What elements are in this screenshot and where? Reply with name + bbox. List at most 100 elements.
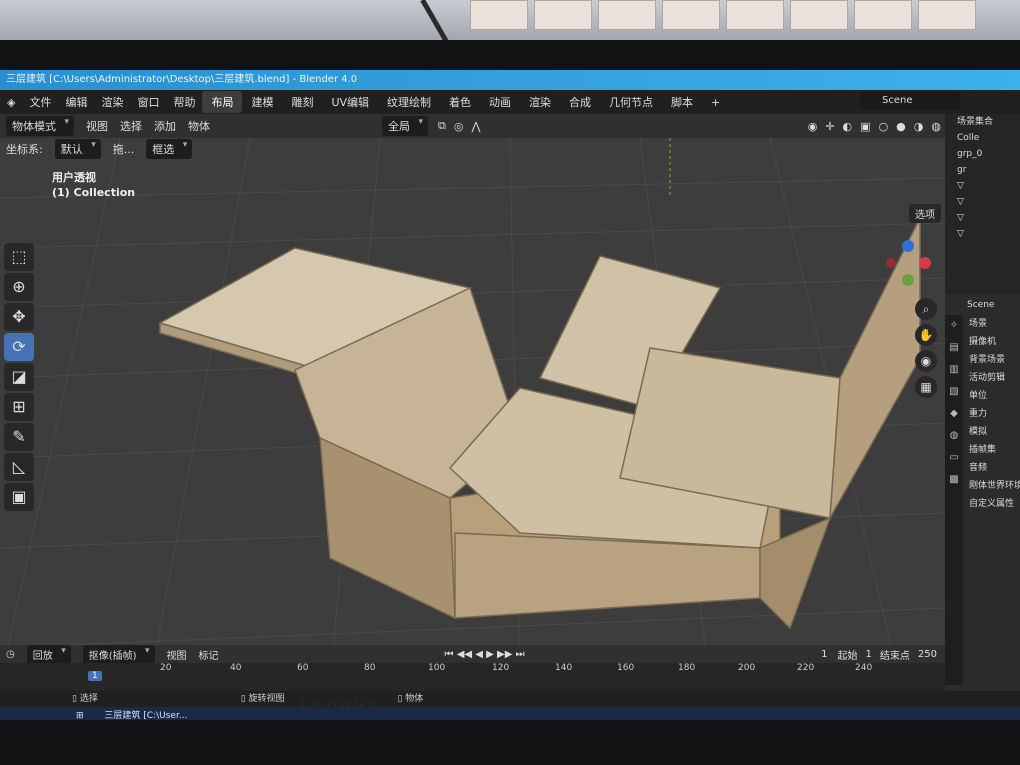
current-frame[interactable]: 1 (815, 649, 833, 660)
panel-audio[interactable]: 音频 (963, 459, 1020, 477)
panel-custom-properties[interactable]: 自定义属性 (963, 495, 1020, 513)
outliner-item[interactable]: grp_0 (945, 146, 1020, 162)
menu-edit[interactable]: 编辑 (58, 94, 94, 110)
move-tool-icon[interactable]: ✥ (4, 303, 34, 331)
outliner-item[interactable]: ▽ (945, 194, 1020, 210)
windows-start-icon[interactable]: ⊞ (0, 711, 84, 720)
menu-help[interactable]: 帮助 (166, 94, 202, 110)
view-menu[interactable]: 视图 (80, 118, 114, 134)
timeline-markers-menu[interactable]: 标记 (193, 647, 225, 662)
tab-modeling[interactable]: 建模 (242, 91, 282, 113)
panel-scene[interactable]: 场景 (963, 315, 1020, 333)
outliner-item[interactable]: ▽ (945, 210, 1020, 226)
tab-geometry-nodes[interactable]: 几何节点 (600, 91, 662, 113)
panel-gravity[interactable]: 重力 (963, 405, 1020, 423)
world-tab-icon[interactable]: ◍ (945, 425, 963, 447)
transform-tool-icon[interactable]: ⊞ (4, 393, 34, 421)
shading-solid-icon[interactable]: ● (892, 120, 910, 133)
tab-shading[interactable]: 着色 (440, 91, 480, 113)
field-active-clip: 活动剪辑 (969, 373, 1006, 383)
panel-simulation[interactable]: 模拟 (963, 423, 1020, 441)
keying-dropdown[interactable]: 抠像(插帧) (82, 644, 155, 664)
drag-mode-dropdown[interactable]: 框选 (146, 139, 193, 159)
navigation-gizmo[interactable] (883, 238, 933, 288)
blender-logo-icon[interactable]: ◈ (0, 96, 22, 109)
menu-file[interactable]: 文件 (22, 94, 58, 110)
tick-label: 220 (797, 663, 815, 673)
pan-hand-icon[interactable]: ✋ (915, 324, 937, 346)
falloff-icon[interactable]: ⋀ (467, 120, 484, 133)
end-label: 结束点 (879, 650, 910, 662)
output-tab-icon[interactable]: ▥ (945, 359, 963, 381)
scene-tab-icon[interactable]: ◆ (945, 403, 963, 425)
tab-scripting[interactable]: 脚本 (662, 91, 702, 113)
options-button[interactable]: 选项 (909, 204, 941, 223)
add-cube-tool-icon[interactable]: ▣ (4, 483, 34, 511)
overlay-icon[interactable]: ◐ (839, 120, 857, 133)
cursor-tool-icon[interactable]: ⊕ (4, 273, 34, 301)
select-box-tool-icon[interactable]: ⬚ (4, 243, 34, 271)
shading-material-icon[interactable]: ◑ (910, 120, 928, 133)
tab-uv-editing[interactable]: UV编辑 (322, 91, 378, 113)
outliner-item[interactable]: ▽ (945, 226, 1020, 242)
tool-tab-icon[interactable]: ✧ (945, 315, 963, 337)
add-workspace-button[interactable]: + (702, 93, 729, 112)
transform-orientation-dropdown[interactable]: 全局 (382, 116, 428, 136)
xray-icon[interactable]: ▣ (856, 120, 874, 133)
tab-compositing[interactable]: 合成 (560, 91, 600, 113)
add-menu[interactable]: 添加 (148, 118, 182, 134)
view-layer-tab-icon[interactable]: ▧ (945, 381, 963, 403)
timeline-editor-icon[interactable]: ◷ (0, 649, 21, 660)
playback-controls[interactable]: ⏮ ◀◀ ◀ ▶ ▶▶ ⏭ (225, 649, 531, 660)
start-frame[interactable]: 1 (862, 649, 876, 660)
playhead[interactable]: 1 (88, 671, 102, 681)
mode-dropdown[interactable]: 物体模式 (6, 116, 74, 136)
measure-tool-icon[interactable]: ◺ (4, 453, 34, 481)
outliner-item[interactable]: gr (945, 162, 1020, 178)
menu-render[interactable]: 渲染 (94, 94, 130, 110)
outliner-item[interactable]: 场景集合 (945, 114, 1020, 130)
tab-rendering[interactable]: 渲染 (520, 91, 560, 113)
timeline-ruler[interactable]: 1 20 40 60 80 100 120 140 160 180 200 22… (0, 663, 945, 691)
view-name: 用户透视 (52, 171, 96, 184)
ortho-toggle-icon[interactable]: ▦ (915, 376, 937, 398)
taskbar-blender-item[interactable]: 三层建筑 [C:\User... (86, 711, 187, 720)
playback-dropdown[interactable]: 回放 (26, 644, 71, 664)
coord-system-dropdown[interactable]: 默认 (54, 139, 101, 159)
tick-label: 40 (230, 663, 242, 673)
proportional-edit-icon[interactable]: ◎ (450, 120, 468, 133)
properties-panel: Scene ✧ ▤ ▥ ▧ ◆ ◍ ▭ ▩ 场景 摄像机 背景场景 活动剪辑 单… (945, 295, 1020, 685)
tab-layout[interactable]: 布局 (202, 91, 243, 113)
zoom-icon[interactable]: ⌕ (915, 298, 937, 320)
menu-window[interactable]: 窗口 (130, 94, 166, 110)
shading-rendered-icon[interactable]: ◍ (927, 120, 945, 133)
outliner-item[interactable]: ▽ (945, 178, 1020, 194)
tab-animation[interactable]: 动画 (480, 91, 520, 113)
panel-units[interactable]: 单位 (963, 387, 1020, 405)
panel-keying-sets[interactable]: 插帧集 (963, 441, 1020, 459)
3d-viewport[interactable]: 用户透视 (1) Collection 选项 ⬚ ⊕ ✥ ⟳ ◪ ⊞ ✎ ◺ ▣… (0, 138, 945, 683)
scene-selector[interactable]: Scene (860, 92, 960, 110)
windows-taskbar: ⊞ 三层建筑 [C:\User... (0, 707, 1020, 720)
gizmo-icon[interactable]: ✛ (821, 120, 838, 133)
tab-texture-paint[interactable]: 纹理绘制 (378, 91, 440, 113)
render-tab-icon[interactable]: ▤ (945, 337, 963, 359)
shading-wireframe-icon[interactable]: ○ (875, 120, 893, 133)
timeline-view-menu[interactable]: 视图 (161, 647, 193, 662)
outliner-item[interactable]: Colle (945, 130, 1020, 146)
texture-tab-icon[interactable]: ▩ (945, 469, 963, 491)
annotate-tool-icon[interactable]: ✎ (4, 423, 34, 451)
visibility-icon[interactable]: ◉ (804, 120, 822, 133)
tab-sculpting[interactable]: 雕刻 (282, 91, 322, 113)
rotate-tool-icon[interactable]: ⟳ (4, 333, 34, 361)
field-background-scene: 背景场景 (969, 355, 1006, 365)
collection-tab-icon[interactable]: ▭ (945, 447, 963, 469)
end-frame[interactable]: 250 (914, 649, 945, 660)
panel-rigid-body-world[interactable]: 刚体世界环境 (963, 477, 1020, 495)
object-menu[interactable]: 物体 (182, 118, 216, 134)
scale-tool-icon[interactable]: ◪ (4, 363, 34, 391)
camera-view-icon[interactable]: ◉ (915, 350, 937, 372)
select-menu[interactable]: 选择 (114, 118, 148, 134)
tick-label: 180 (678, 663, 696, 673)
snap-icon[interactable]: ⧉ (434, 119, 450, 133)
